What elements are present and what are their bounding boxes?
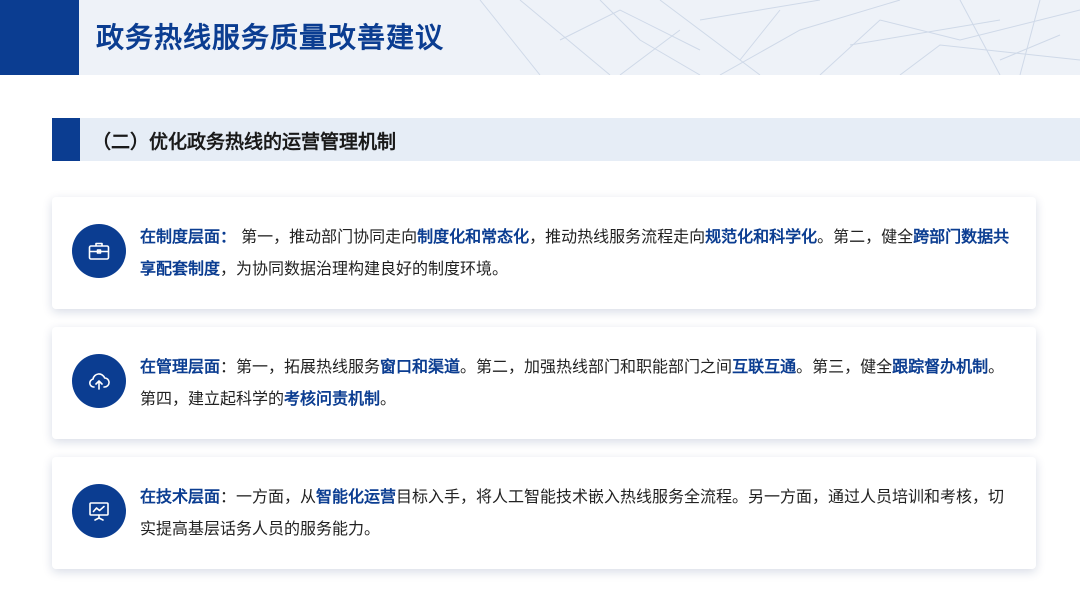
body-text: 第一，推动部门协同走向 [236, 227, 418, 246]
card-text: 在管理层面：第一，拓展热线服务窗口和渠道。第二，加强热线部门和职能部门之间互联互… [140, 351, 1016, 415]
cloud-upload-icon [72, 354, 126, 408]
highlight-text: 互联互通 [732, 357, 797, 376]
body-text: 。第三，健全 [796, 357, 893, 376]
highlight-text: 制度化和常态化 [417, 227, 530, 246]
body-text: 。第二，加强热线部门和职能部门之间 [460, 357, 733, 376]
section-title: （二）优化政务热线的运营管理机制 [92, 131, 397, 153]
header-banner: 政务热线服务质量改善建议 [0, 0, 1080, 75]
highlight-text: 在制度层面： [140, 227, 237, 246]
body-text: ，推动热线服务流程走向 [529, 227, 706, 246]
page-title: 政务热线服务质量改善建议 [96, 21, 445, 54]
header-accent-block [0, 0, 79, 75]
body-text: ：一方面，从 [220, 487, 317, 506]
body-text: 。 [380, 389, 397, 408]
body-text: ，为协同数据治理构建良好的制度环境。 [220, 259, 509, 278]
body-text: ：第一，拓展热线服务 [220, 357, 381, 376]
briefcase-icon [72, 224, 126, 278]
section-marker [52, 118, 80, 161]
highlight-text: 规范化和科学化 [705, 227, 818, 246]
card-management: 在管理层面：第一，拓展热线服务窗口和渠道。第二，加强热线部门和职能部门之间互联互… [52, 327, 1036, 439]
highlight-text: 智能化运营 [316, 487, 397, 506]
card-institutional: 在制度层面： 第一，推动部门协同走向制度化和常态化，推动热线服务流程走向规范化和… [52, 197, 1036, 309]
card-technical: 在技术层面：一方面，从智能化运营目标入手，将人工智能技术嵌入热线服务全流程。另一… [52, 457, 1036, 569]
section-heading-bar: （二）优化政务热线的运营管理机制 [52, 118, 1080, 161]
highlight-text: 跟踪督办机制 [892, 357, 989, 376]
card-text: 在制度层面： 第一，推动部门协同走向制度化和常态化，推动热线服务流程走向规范化和… [140, 221, 1016, 285]
highlight-text: 在管理层面 [140, 357, 221, 376]
body-text: 。第二，健全 [817, 227, 914, 246]
highlight-text: 在技术层面 [140, 487, 221, 506]
card-text: 在技术层面：一方面，从智能化运营目标入手，将人工智能技术嵌入热线服务全流程。另一… [140, 481, 1016, 545]
highlight-text: 考核问责机制 [284, 389, 381, 408]
highlight-text: 窗口和渠道 [380, 357, 461, 376]
presentation-chart-icon [72, 484, 126, 538]
